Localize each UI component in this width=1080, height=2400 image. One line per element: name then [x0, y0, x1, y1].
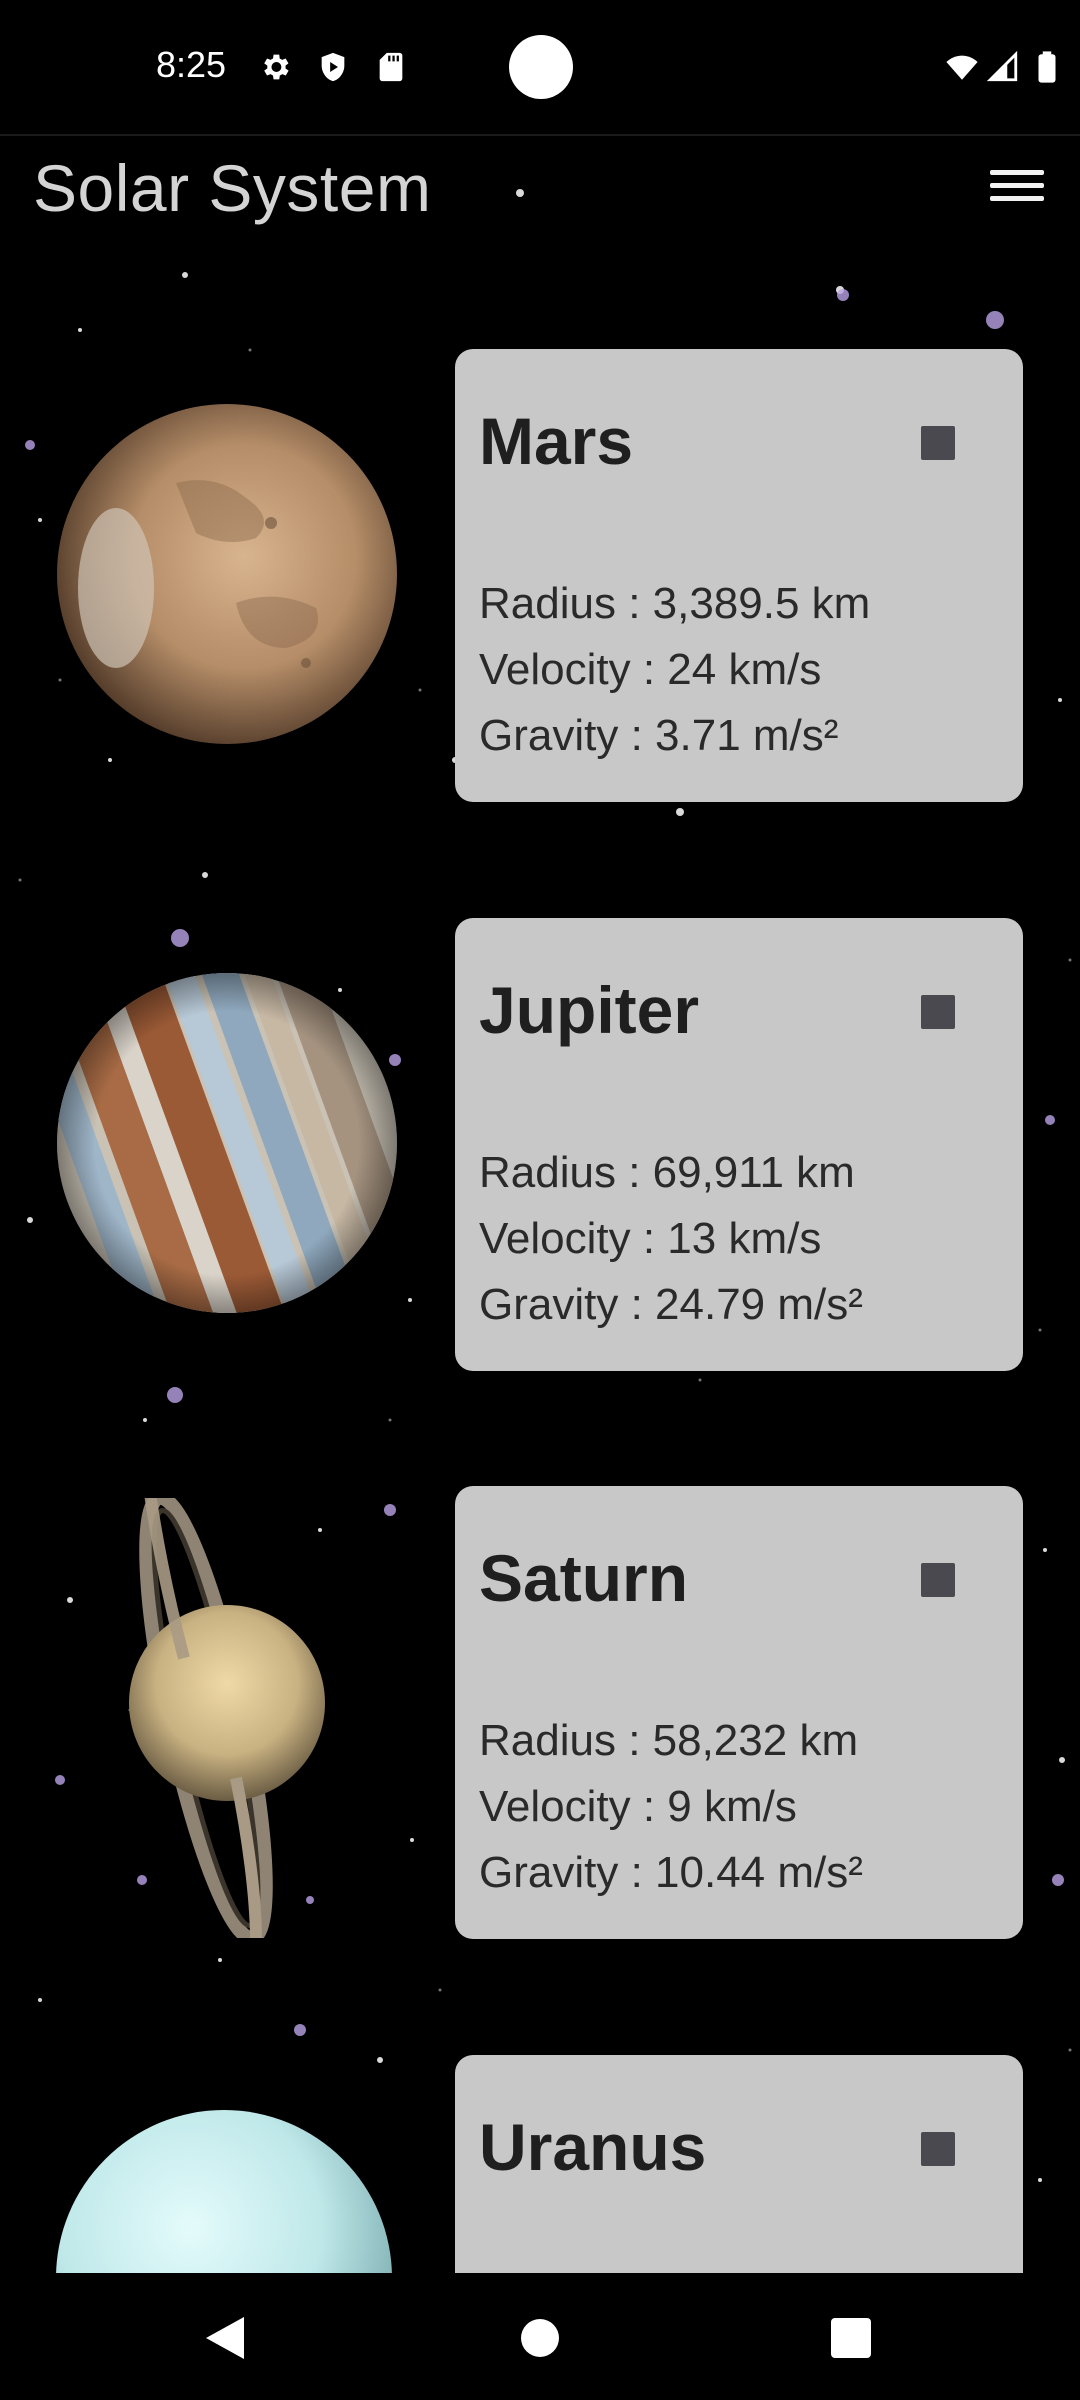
planet-name: Saturn — [479, 1541, 689, 1615]
planet-velocity: Velocity : 24 km/s — [479, 645, 822, 694]
app-title: Solar System — [33, 151, 432, 225]
planet-gravity: Gravity : 3.71 m/s² — [479, 711, 839, 760]
signal-icon — [986, 50, 1018, 82]
stop-icon[interactable] — [921, 426, 955, 460]
app-screen: 8:25 Solar System Mars Radius: 3,389.5 … — [0, 0, 1080, 2400]
status-divider — [0, 134, 1080, 136]
gear-icon — [264, 54, 289, 80]
hamburger-menu-button[interactable] — [982, 166, 1054, 214]
hamburger-menu-icon — [990, 170, 1044, 175]
planet-radius: Radius : 3,389.5 km — [479, 579, 871, 628]
mars-planet-image[interactable] — [56, 403, 398, 745]
stop-icon[interactable] — [921, 2132, 955, 2166]
recents-square-icon[interactable] — [816, 2303, 886, 2373]
saturn-planet-image[interactable] — [56, 1498, 398, 1938]
planet-radius: Radius : 58,232 km — [479, 1716, 859, 1765]
stop-icon[interactable] — [921, 995, 955, 1029]
sd-card-icon — [379, 52, 403, 82]
planet-card-jupiter[interactable]: Jupiter Radius : 69,911 km Velocity : 13… — [455, 918, 1023, 1371]
planet-radius: Radius : 69,911 km — [479, 1148, 855, 1197]
battery-icon — [1038, 51, 1056, 83]
back-triangle-icon[interactable] — [190, 2303, 260, 2373]
planet-name: Jupiter — [479, 973, 700, 1047]
wifi-icon — [946, 55, 978, 80]
planet-name: Mars — [479, 404, 634, 478]
shield-play-icon — [321, 52, 345, 82]
navigation-bar — [0, 2273, 1080, 2400]
stop-icon[interactable] — [921, 1563, 955, 1597]
home-circle-icon[interactable] — [505, 2303, 575, 2373]
planet-name: Uranus — [479, 2110, 707, 2184]
camera-cutout — [509, 35, 573, 99]
hamburger-menu-line — [990, 183, 1044, 188]
planet-gravity: Gravity : 24.79 m/s² — [479, 1280, 863, 1329]
status-bar: 8:25 — [0, 0, 1080, 135]
jupiter-planet-image[interactable] — [56, 972, 398, 1314]
uranus-planet-image[interactable] — [56, 2108, 398, 2275]
planet-velocity: Velocity : 13 km/s — [479, 1214, 822, 1263]
planet-card-saturn[interactable]: Saturn Radius : 58,232 km Velocity : 9 k… — [455, 1486, 1023, 1939]
hamburger-menu-line — [990, 196, 1044, 201]
planet-card-mars[interactable]: Mars Radius : 3,389.5 km Velocity : 24 k… — [455, 349, 1023, 802]
planet-velocity: Velocity : 9 km/s — [479, 1782, 797, 1831]
status-time: 8:25 — [156, 44, 227, 85]
planet-gravity: Gravity : 10.44 m/s² — [479, 1848, 863, 1897]
